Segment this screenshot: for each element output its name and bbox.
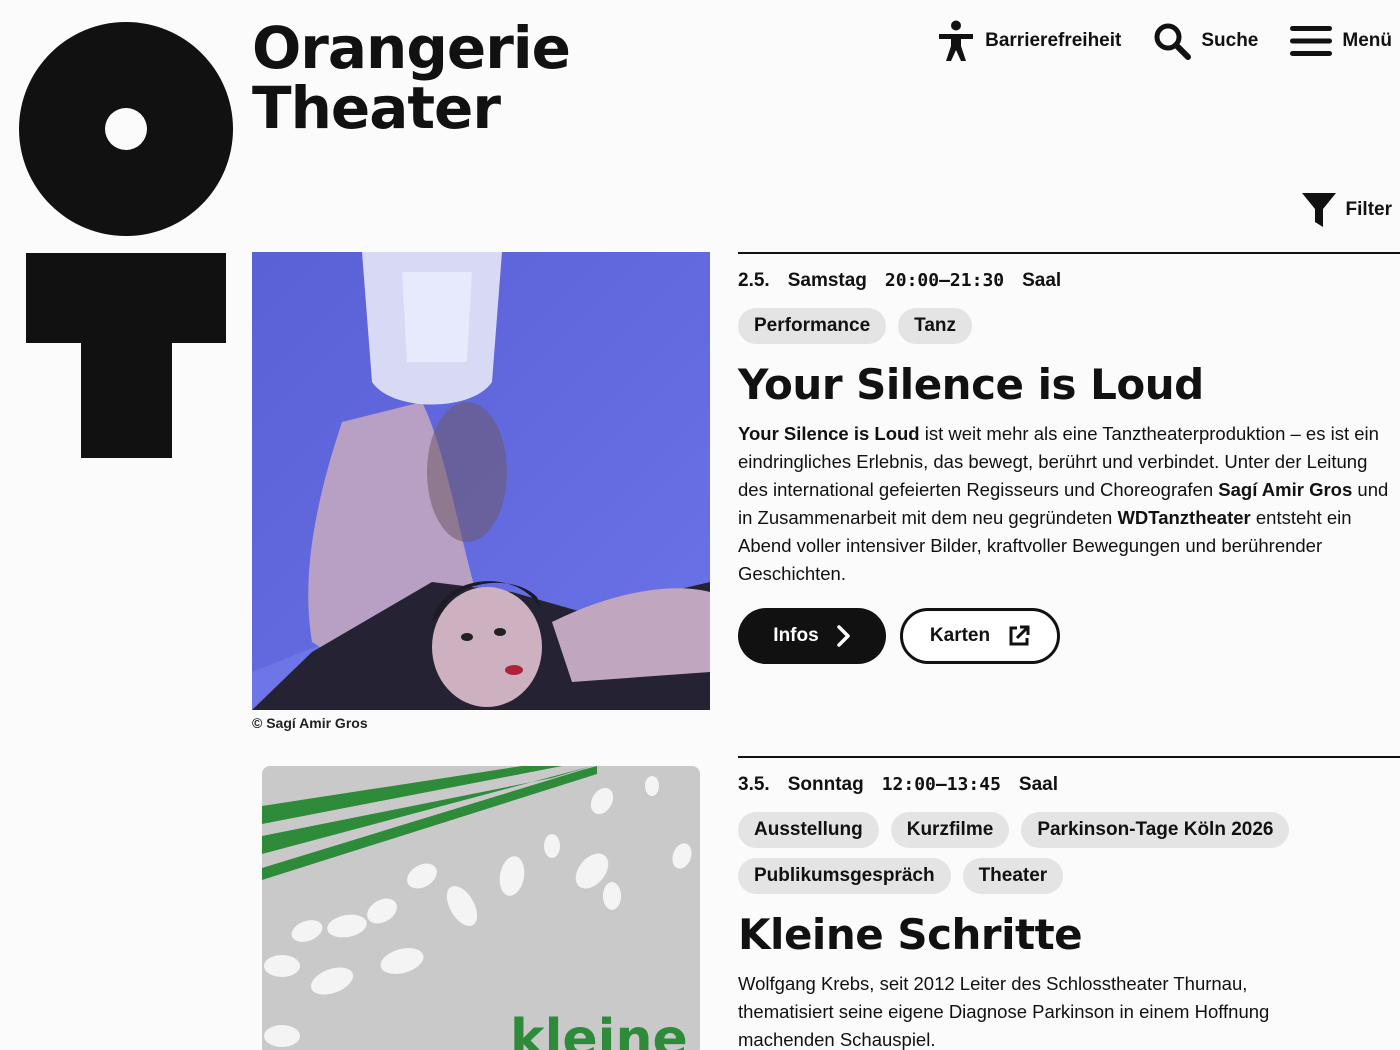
event-details: 3.5. Sonntag 12:00–13:45 Saal Ausstellun… xyxy=(738,756,1400,1050)
event-details: 2.5. Samstag 20:00–21:30 Saal Performanc… xyxy=(738,252,1400,664)
chevron-right-icon xyxy=(836,625,850,647)
event-poster-image: kleine xyxy=(252,756,710,1050)
brand-wordmark[interactable]: Orangerie Theater xyxy=(252,14,571,142)
desc-bold-company: WDTanztheater xyxy=(1117,507,1251,528)
event-description: Wolfgang Krebs, seit 2012 Leiter des Sch… xyxy=(738,973,1270,1050)
filter-label: Filter xyxy=(1345,199,1392,220)
event-actions: Infos Karten xyxy=(738,608,1400,664)
event-card: kleine 3.5. Sonntag 12:00–13:45 Saal Aus… xyxy=(252,756,1400,1050)
event-description: Your Silence is Loud ist weit mehr als e… xyxy=(738,420,1398,588)
tag-parkinson-days[interactable]: Parkinson-Tage Köln 2026 xyxy=(1021,812,1290,848)
tag-short-films[interactable]: Kurzfilme xyxy=(890,812,1010,848)
event-title[interactable]: Kleine Schritte xyxy=(738,908,1400,962)
accessibility-link[interactable]: Barrierefreiheit xyxy=(937,20,1121,62)
tag-exhibition[interactable]: Ausstellung xyxy=(738,812,879,848)
external-link-icon xyxy=(1009,625,1030,646)
event-meta: 3.5. Sonntag 12:00–13:45 Saal xyxy=(738,774,1400,796)
event-photo[interactable] xyxy=(252,252,710,710)
hamburger-menu-icon xyxy=(1290,26,1333,56)
event-title[interactable]: Your Silence is Loud xyxy=(738,358,1400,412)
desc-bold-title: Your Silence is Loud xyxy=(738,423,920,444)
poster-title: kleine xyxy=(510,1009,688,1050)
desc-bold-director: Sagí Amir Gros xyxy=(1218,479,1353,500)
accessibility-icon xyxy=(939,20,974,61)
search-link[interactable]: Suche xyxy=(1153,22,1258,60)
event-date: 3.5. xyxy=(738,774,770,795)
info-button[interactable]: Infos xyxy=(738,608,886,664)
event-photo-image xyxy=(252,252,710,710)
menu-button[interactable]: Menü xyxy=(1290,25,1392,57)
event-weekday: Sonntag xyxy=(787,774,864,795)
brand-line-2: Theater xyxy=(252,74,501,142)
search-icon xyxy=(1154,23,1192,60)
tag-audience-talk[interactable]: Publikumsgespräch xyxy=(738,858,951,894)
event-card: © Sagí Amir Gros 2.5. Samstag 20:00–21:3… xyxy=(252,252,1400,742)
tag-performance[interactable]: Performance xyxy=(738,308,887,344)
event-venue: Saal xyxy=(1022,270,1062,291)
event-time: 20:00–21:30 xyxy=(884,270,1005,291)
event-date: 2.5. xyxy=(738,270,770,291)
tag-theater[interactable]: Theater xyxy=(962,858,1064,894)
tickets-button-label: Karten xyxy=(929,625,991,646)
event-weekday: Samstag xyxy=(787,270,867,291)
event-time: 12:00–13:45 xyxy=(881,774,1001,795)
logo-mark-icon[interactable] xyxy=(18,22,234,458)
event-poster[interactable]: kleine xyxy=(252,756,710,1050)
filter-button[interactable]: Filter xyxy=(1301,192,1392,228)
tickets-button[interactable]: Karten xyxy=(900,608,1060,664)
search-label: Suche xyxy=(1201,30,1259,51)
event-tags: Ausstellung Kurzfilme Parkinson-Tage Köl… xyxy=(738,812,1298,894)
info-button-label: Infos xyxy=(773,625,819,646)
event-venue: Saal xyxy=(1018,774,1059,795)
image-credit: © Sagí Amir Gros xyxy=(252,715,368,731)
event-tags: Performance Tanz xyxy=(738,308,1400,344)
brand-line-1: Orangerie xyxy=(252,14,571,82)
event-meta: 2.5. Samstag 20:00–21:30 Saal xyxy=(738,270,1400,292)
tag-dance[interactable]: Tanz xyxy=(898,308,973,344)
filter-funnel-icon xyxy=(1301,193,1336,227)
top-navigation: Barrierefreiheit Suche Menü xyxy=(937,20,1392,62)
menu-label: Menü xyxy=(1342,30,1392,51)
accessibility-label: Barrierefreiheit xyxy=(985,30,1122,51)
